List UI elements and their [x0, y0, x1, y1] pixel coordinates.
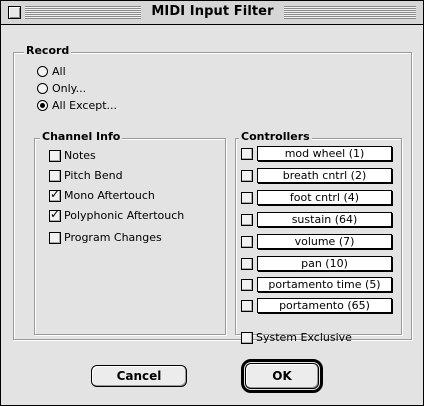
checkbox-program-changes-label: Program Changes [64, 231, 162, 244]
controller-field-portamento[interactable]: portamento (65) [257, 298, 392, 313]
radio-button-icon [37, 100, 48, 111]
controllers-label: Controllers [239, 130, 312, 143]
ok-button[interactable]: OK [245, 363, 319, 389]
controller-field-foot[interactable]: foot cntrl (4) [257, 190, 392, 205]
checkbox-icon [241, 331, 253, 344]
checkbox-icon [49, 231, 61, 244]
title-stripes-right [284, 6, 416, 19]
controller-field-sustain[interactable]: sustain (64) [257, 212, 392, 227]
radio-dot-all-except [40, 103, 45, 108]
checkbox-mono-aftertouch[interactable]: ✓ Mono Aftertouch [49, 186, 155, 202]
controller-checkbox-portamento-time[interactable] [241, 279, 253, 291]
cancel-button[interactable]: Cancel [91, 365, 187, 387]
checkbox-icon [49, 169, 61, 182]
radio-all-except-label: All Except... [52, 99, 118, 112]
title-bar[interactable]: MIDI Input Filter [1, 1, 423, 25]
radio-all-label: All [52, 65, 66, 78]
dialog-content: Record All Only... All Except... Channel… [1, 25, 423, 405]
window-title: MIDI Input Filter [151, 4, 274, 19]
checkbox-mono-aftertouch-label: Mono Aftertouch [64, 189, 155, 202]
radio-only-label: Only... [52, 82, 87, 95]
checkbox-program-changes[interactable]: Program Changes [49, 231, 162, 244]
radio-button-icon [37, 66, 48, 77]
controller-field-portamento-time[interactable]: portamento time (5) [257, 277, 392, 292]
channel-info-label: Channel Info [40, 130, 123, 143]
checkbox-pitch-bend[interactable]: Pitch Bend [49, 169, 123, 182]
controller-field-pan[interactable]: pan (10) [257, 256, 392, 271]
checkmark-icon: ✓ [50, 206, 61, 221]
controller-checkbox-portamento[interactable] [241, 300, 253, 312]
controller-checkbox-foot[interactable] [241, 192, 253, 204]
checkbox-system-exclusive-label: System Exclusive [256, 331, 352, 344]
controller-checkbox-volume[interactable] [241, 236, 253, 248]
controller-checkbox-breath[interactable] [241, 170, 253, 182]
checkbox-icon [49, 149, 61, 162]
controller-checkbox-pan[interactable] [241, 258, 253, 270]
checkbox-pitch-bend-label: Pitch Bend [64, 169, 123, 182]
radio-button-icon [37, 83, 48, 94]
title-stripes-left [25, 6, 141, 19]
radio-all-except[interactable]: All Except... [37, 99, 117, 112]
controller-field-volume[interactable]: volume (7) [257, 234, 392, 249]
controller-checkbox-sustain[interactable] [241, 214, 253, 226]
close-box-icon[interactable] [8, 6, 21, 19]
controller-field-breath[interactable]: breath cntrl (2) [257, 168, 392, 183]
checkbox-notes[interactable]: Notes [49, 149, 96, 162]
midi-input-filter-dialog: MIDI Input Filter Record All Only... All… [0, 0, 424, 406]
checkbox-polyphonic-aftertouch-label: Polyphonic Aftertouch [64, 209, 185, 222]
checkbox-notes-label: Notes [64, 149, 96, 162]
checkbox-icon: ✓ [49, 186, 61, 202]
radio-only[interactable]: Only... [37, 82, 86, 95]
radio-all[interactable]: All [37, 65, 66, 78]
checkbox-icon: ✓ [49, 206, 61, 222]
record-group-label: Record [24, 44, 72, 57]
checkbox-polyphonic-aftertouch[interactable]: ✓ Polyphonic Aftertouch [49, 206, 185, 222]
controller-checkbox-mod-wheel[interactable] [241, 148, 253, 160]
checkmark-icon: ✓ [50, 186, 61, 201]
checkbox-system-exclusive[interactable]: System Exclusive [241, 331, 352, 344]
controller-field-mod-wheel[interactable]: mod wheel (1) [257, 146, 392, 161]
